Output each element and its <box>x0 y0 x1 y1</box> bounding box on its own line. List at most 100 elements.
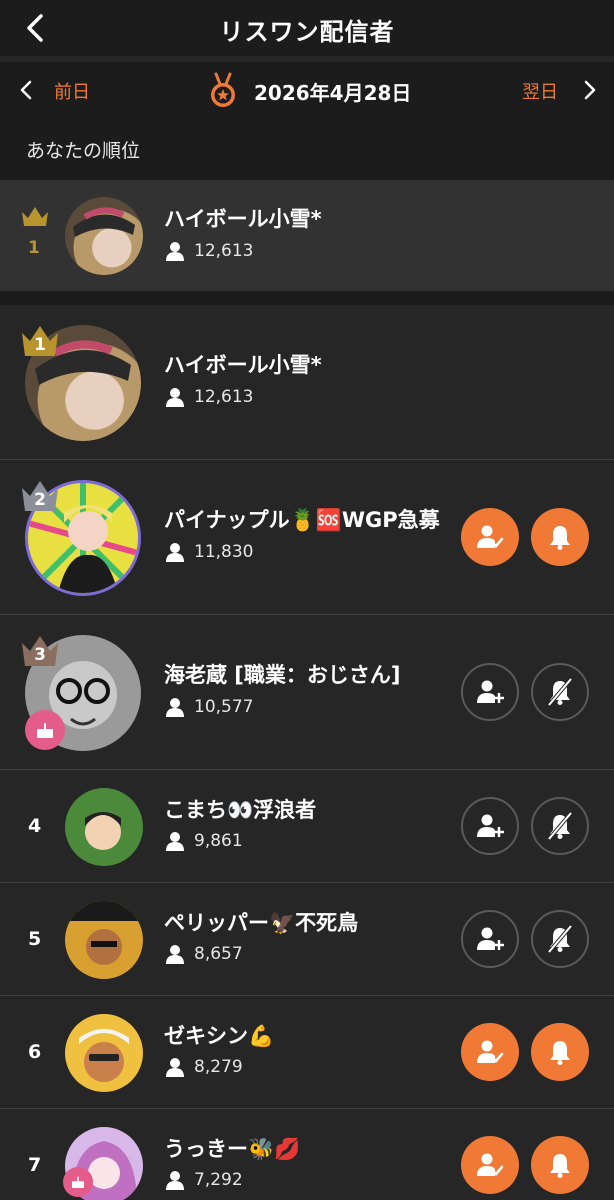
bell-icon <box>550 526 570 550</box>
listener-count: 8,657 <box>164 943 243 965</box>
prev-day-button[interactable]: 前日 <box>54 78 90 104</box>
avatar-illustration <box>65 901 143 965</box>
listener-count: 7,292 <box>164 1169 243 1191</box>
listener-count: 12,613 <box>164 386 253 408</box>
bell-icon <box>550 1041 570 1065</box>
page-title: リスワン配信者 <box>219 18 395 46</box>
person-icon <box>166 242 184 261</box>
count-value: 12,613 <box>194 387 254 407</box>
rank-number: 5 <box>28 928 42 950</box>
count-value: 8,657 <box>194 944 243 964</box>
streamer-name: ゼキシン💪 <box>164 1024 275 1048</box>
person-icon <box>166 1171 184 1190</box>
rank-number: 2 <box>34 490 46 510</box>
notify-off-button[interactable] <box>531 797 589 855</box>
rank-number: 4 <box>28 815 42 837</box>
next-day-button[interactable]: 翌日 <box>522 78 558 104</box>
user-plus-icon <box>477 814 504 837</box>
ranking-row-6[interactable]: 6 ゼキシン💪 8,279 <box>0 996 614 1109</box>
listener-count: 11,830 <box>164 541 253 563</box>
person-icon <box>166 945 184 964</box>
crown-badge-silver: 2 <box>20 478 60 514</box>
notify-on-button[interactable] <box>531 1136 589 1194</box>
birthday-badge <box>25 710 65 750</box>
avatar-illustration <box>73 207 135 237</box>
crown-badge-bronze: 3 <box>20 633 60 669</box>
avatar-illustration <box>85 812 121 850</box>
notify-on-button[interactable] <box>531 1023 589 1081</box>
bell-off-icon <box>547 924 573 954</box>
ranking-row-1[interactable]: 1 ハイボール小雪* 12,613 <box>0 305 614 460</box>
rank-number: 1 <box>34 335 46 355</box>
my-rank-name: ハイボール小雪* <box>164 207 322 231</box>
person-icon <box>166 698 184 717</box>
count-value: 10,577 <box>194 697 254 717</box>
following-button[interactable] <box>461 1136 519 1194</box>
listener-count: 10,577 <box>164 696 253 718</box>
follow-button[interactable] <box>461 663 519 721</box>
ranking-row-2[interactable]: 2 パイナップル🍍🆘WGP急募 11,830 <box>0 460 614 615</box>
follow-button[interactable] <box>461 797 519 855</box>
listener-count: 8,279 <box>164 1056 243 1078</box>
streamer-name: ハイボール小雪* <box>164 353 322 377</box>
streamer-name: こまち👀浮浪者 <box>164 798 317 822</box>
bell-off-icon <box>547 811 573 841</box>
following-button[interactable] <box>461 508 519 566</box>
birthday-badge <box>63 1167 93 1197</box>
person-icon <box>166 388 184 407</box>
listener-count: 12,613 <box>164 240 253 262</box>
streamer-name: パイナップル🍍🆘WGP急募 <box>164 508 440 532</box>
my-rank-number: 1 <box>28 238 40 258</box>
person-icon <box>166 1058 184 1077</box>
date-navigation: 前日 2026年4月28日 翌日 <box>0 62 614 118</box>
notify-off-button[interactable] <box>531 910 589 968</box>
crown-icon <box>22 207 48 226</box>
my-rank-section-header: あなたの順位 <box>0 118 614 180</box>
cake-icon <box>37 723 53 738</box>
ranking-row-4[interactable]: 4 こまち👀浮浪者 9,861 <box>0 770 614 883</box>
app-header: リスワン配信者 <box>0 0 614 56</box>
rank-number: 6 <box>28 1041 42 1063</box>
count-value: 11,830 <box>194 542 254 562</box>
avatar-illustration <box>79 1029 129 1082</box>
follow-button[interactable] <box>461 910 519 968</box>
streamer-name: うっきー🐝💋 <box>164 1137 301 1161</box>
count-value: 9,861 <box>194 831 243 851</box>
user-check-icon <box>477 525 504 548</box>
following-button[interactable] <box>461 1023 519 1081</box>
bell-icon <box>550 1154 570 1178</box>
count-value: 12,613 <box>194 241 254 261</box>
avatar[interactable] <box>65 1014 143 1092</box>
count-value: 8,279 <box>194 1057 243 1077</box>
my-rank-label: あなたの順位 <box>26 140 141 162</box>
chevron-left-icon[interactable] <box>14 76 38 104</box>
count-value: 7,292 <box>194 1170 243 1190</box>
bell-off-icon <box>547 677 573 707</box>
medal-icon <box>211 72 235 107</box>
person-icon <box>166 543 184 562</box>
avatar[interactable] <box>65 901 143 979</box>
crown-badge-gold: 1 <box>20 323 60 359</box>
streamer-name: ペリッパー🦅不死鳥 <box>164 911 359 935</box>
listener-count: 9,861 <box>164 830 243 852</box>
user-check-icon <box>477 1040 504 1063</box>
avatar[interactable] <box>65 197 143 275</box>
rank-number: 7 <box>28 1154 42 1176</box>
user-check-icon <box>477 1153 504 1176</box>
rank-number: 3 <box>34 645 46 665</box>
user-plus-icon <box>477 680 504 703</box>
notify-on-button[interactable] <box>531 508 589 566</box>
cake-icon <box>72 1176 84 1188</box>
notify-off-button[interactable] <box>531 663 589 721</box>
ranking-row-3[interactable]: 3 海老蔵 [職業：おじさん] 10,577 <box>0 615 614 770</box>
avatar[interactable] <box>65 788 143 866</box>
ranking-row-5[interactable]: 5 ペリッパー🦅不死鳥 8,657 <box>0 883 614 996</box>
section-divider <box>0 291 614 305</box>
person-icon <box>166 832 184 851</box>
current-date: 2026年4月28日 <box>254 81 412 105</box>
chevron-right-icon[interactable] <box>578 76 602 104</box>
user-plus-icon <box>477 927 504 950</box>
ranking-row-7[interactable]: 7 うっきー🐝💋 7,292 <box>0 1109 614 1200</box>
my-rank-row[interactable]: 1 ハイボール小雪* 12,613 <box>0 180 614 291</box>
streamer-name: 海老蔵 [職業：おじさん] <box>164 663 401 687</box>
